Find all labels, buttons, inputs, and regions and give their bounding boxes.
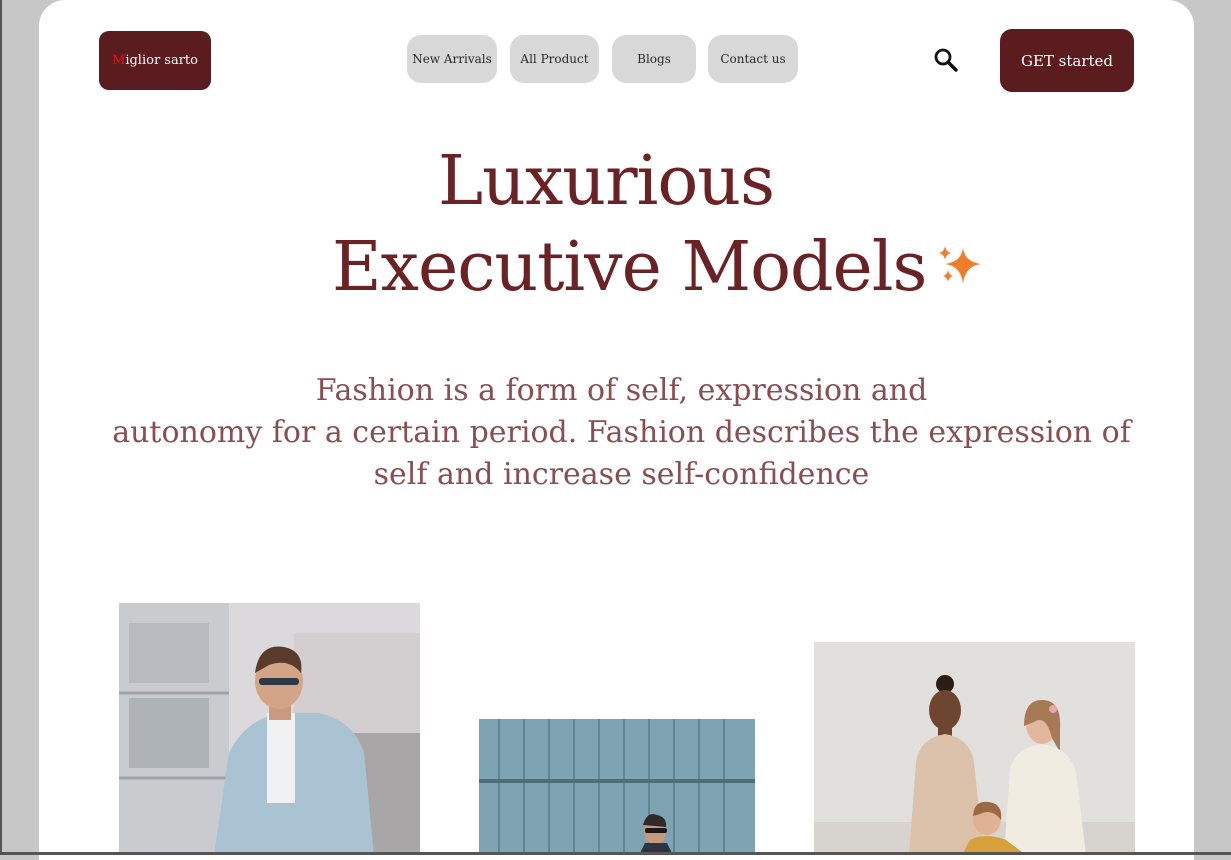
hero-description-line1: Fashion is a form of self, expression an… <box>315 373 928 408</box>
sparkle-icon <box>939 246 981 284</box>
hero-description-line2: autonomy for a certain period. Fashion d… <box>112 415 1131 450</box>
man-blue-wall-photo <box>479 719 755 855</box>
man-blue-jacket-photo <box>119 603 420 855</box>
page-card: Miglior sarto New Arrivals All Product B… <box>39 0 1194 860</box>
nav-contact-us[interactable]: Contact us <box>708 35 798 83</box>
search-icon[interactable] <box>933 47 959 73</box>
nav-blogs[interactable]: Blogs <box>612 35 696 83</box>
nav-all-product[interactable]: All Product <box>510 35 599 83</box>
logo-text: iglior sarto <box>125 53 198 68</box>
nav-new-arrivals[interactable]: New Arrivals <box>407 35 497 83</box>
window-edge-left <box>0 0 2 855</box>
brand-logo[interactable]: Miglior sarto <box>99 31 211 90</box>
hero-title-line2: Executive Models <box>332 228 927 307</box>
hero-title-line1: Luxurious <box>438 142 775 221</box>
logo-first-letter: M <box>112 53 126 68</box>
women-coats-photo <box>814 642 1135 855</box>
hero-description-line3: self and increase self-confidence <box>373 457 870 492</box>
get-started-button[interactable]: GET started <box>1000 29 1134 92</box>
